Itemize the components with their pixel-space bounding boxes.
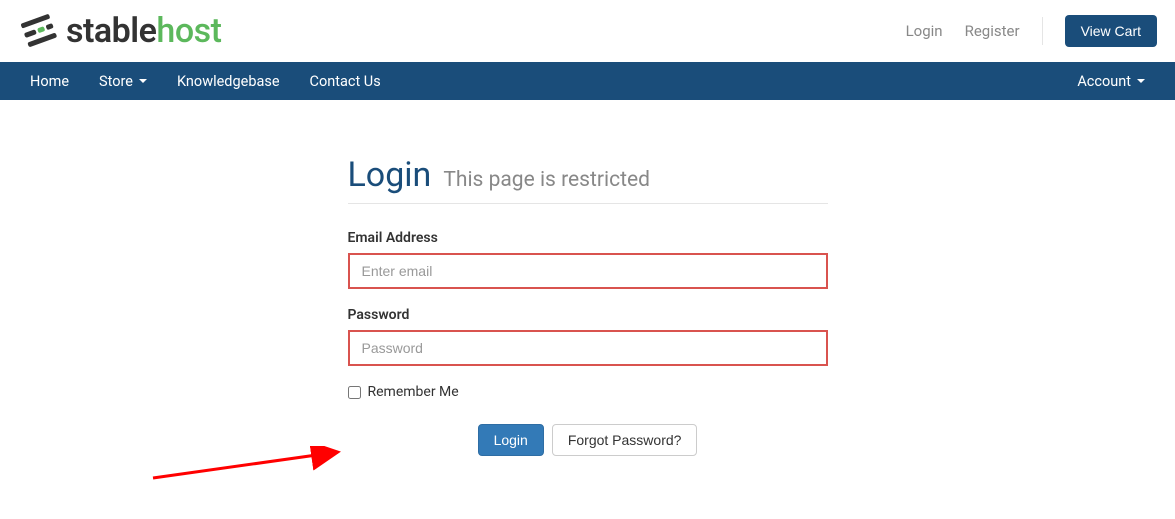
email-field[interactable] bbox=[348, 253, 828, 289]
login-button[interactable]: Login bbox=[478, 424, 544, 456]
brand-logo[interactable]: stablehost bbox=[18, 10, 221, 52]
chevron-down-icon bbox=[139, 79, 147, 83]
nav-knowledgebase[interactable]: Knowledgebase bbox=[177, 73, 280, 90]
page-title: Login bbox=[348, 155, 432, 195]
forgot-password-button[interactable]: Forgot Password? bbox=[552, 424, 698, 456]
top-divider bbox=[1042, 17, 1043, 45]
view-cart-button[interactable]: View Cart bbox=[1065, 15, 1157, 47]
top-right-links: Login Register View Cart bbox=[906, 15, 1157, 47]
brand-text: stablehost bbox=[66, 11, 221, 51]
top-bar: stablehost Login Register View Cart bbox=[0, 0, 1175, 62]
nav-store[interactable]: Store bbox=[99, 73, 147, 90]
remember-me-label: Remember Me bbox=[368, 384, 459, 400]
logo-icon bbox=[18, 10, 60, 52]
top-login-link[interactable]: Login bbox=[906, 22, 943, 40]
form-button-row: Login Forgot Password? bbox=[348, 424, 828, 456]
nav-bar: Home Store Knowledgebase Contact Us Acco… bbox=[0, 62, 1175, 100]
nav-account-label: Account bbox=[1077, 73, 1131, 90]
nav-contact-label: Contact Us bbox=[310, 73, 381, 90]
password-label: Password bbox=[348, 307, 828, 323]
top-register-link[interactable]: Register bbox=[965, 22, 1020, 40]
nav-home-label: Home bbox=[30, 73, 69, 90]
remember-me-checkbox[interactable] bbox=[348, 386, 361, 399]
password-field[interactable] bbox=[348, 330, 828, 366]
chevron-down-icon bbox=[1137, 79, 1145, 83]
login-panel: Login This page is restricted Email Addr… bbox=[348, 155, 828, 456]
page-header: Login This page is restricted bbox=[348, 155, 828, 204]
nav-account[interactable]: Account bbox=[1077, 73, 1145, 90]
nav-store-label: Store bbox=[99, 73, 133, 90]
nav-home[interactable]: Home bbox=[30, 73, 69, 90]
nav-contact[interactable]: Contact Us bbox=[310, 73, 381, 90]
email-label: Email Address bbox=[348, 230, 828, 246]
page-subtitle: This page is restricted bbox=[443, 168, 650, 192]
nav-knowledgebase-label: Knowledgebase bbox=[177, 73, 280, 90]
arrow-annotation-icon bbox=[148, 446, 358, 486]
